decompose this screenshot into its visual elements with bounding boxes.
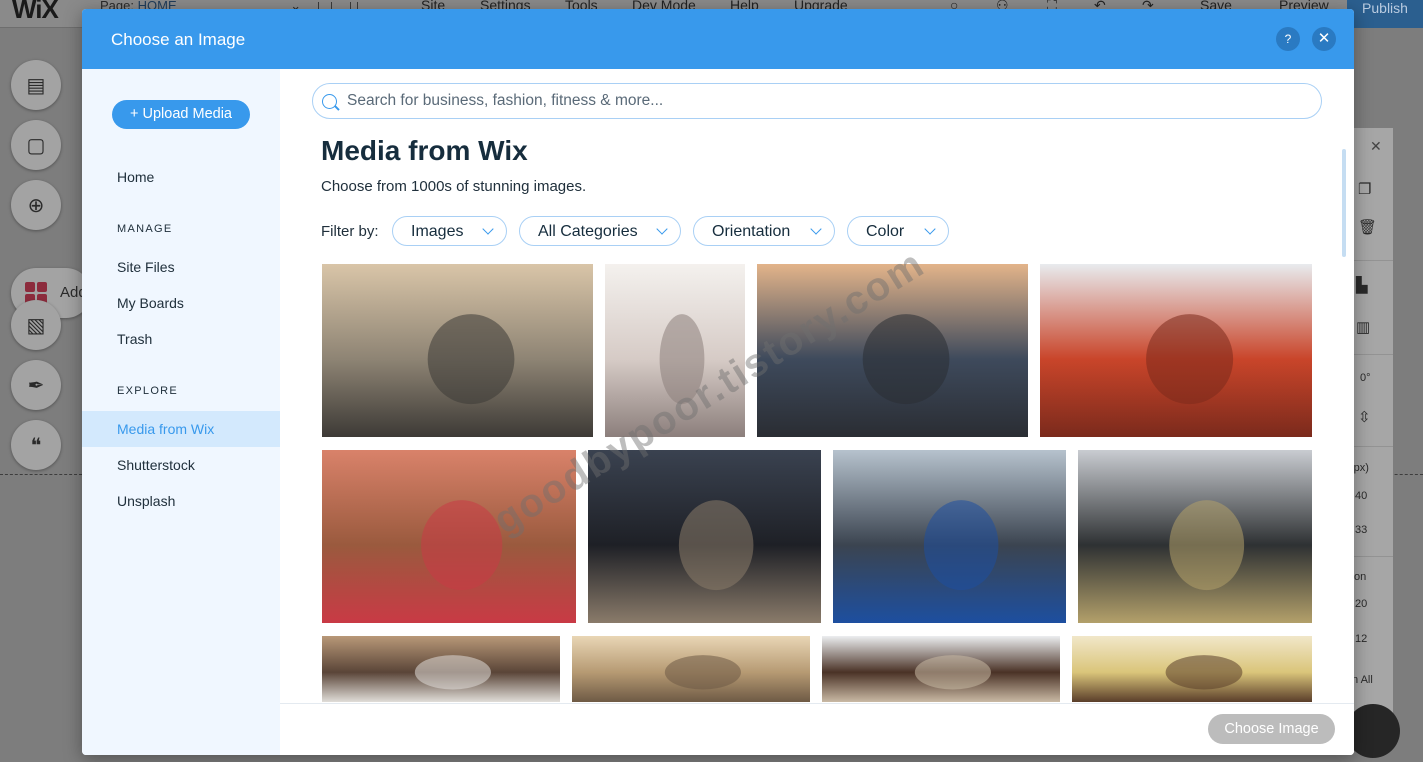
sidebar-item-my-boards[interactable]: My Boards — [117, 295, 184, 311]
dialog-header: Choose an Image ? ✕ — [82, 9, 1354, 69]
image-tile[interactable] — [605, 264, 745, 437]
close-icon[interactable]: ✕ — [1370, 138, 1382, 155]
panel-divider — [1348, 354, 1393, 355]
wedding-couple-window-photo — [588, 450, 821, 623]
image-tile[interactable] — [1078, 450, 1312, 623]
filter-orientation-label: Orientation — [712, 223, 791, 240]
image-tile[interactable] — [757, 264, 1028, 437]
close-icon[interactable]: ✕ — [1312, 27, 1336, 51]
sidebar-item-shutterstock[interactable]: Shutterstock — [117, 457, 195, 473]
choose-image-dialog: Choose an Image ? ✕ + Upload Media Home … — [82, 9, 1354, 755]
pages-icon[interactable]: ▤ — [11, 60, 61, 110]
editor-left-rail: ▤ ▢ ⊕ Add ▧ ✒ ❝ — [0, 28, 91, 762]
align-icon[interactable]: ▙ — [1356, 276, 1368, 294]
sidebar-item-trash[interactable]: Trash — [117, 331, 152, 347]
manage-heading: MANAGE — [117, 223, 173, 235]
copy-icon[interactable]: ❐ — [1358, 180, 1371, 198]
sidebar-item-unsplash[interactable]: Unsplash — [117, 493, 175, 509]
y-value: 12 — [1355, 633, 1368, 645]
distribute-icon[interactable]: ▥ — [1356, 318, 1370, 336]
image-tile[interactable] — [322, 636, 560, 702]
media-main: Media from Wix Choose from 1000s of stun… — [280, 69, 1354, 755]
bar-workout-man-photo — [833, 450, 1066, 623]
filter-color[interactable]: Color — [847, 216, 949, 246]
search-input[interactable] — [347, 90, 1307, 112]
chevron-down-icon — [656, 223, 668, 235]
help-chat-bubble[interactable] — [1346, 704, 1400, 758]
image-tile[interactable] — [833, 450, 1066, 623]
flip-icon[interactable]: ⇳ — [1358, 408, 1371, 426]
chat-icon[interactable]: ❝ — [11, 420, 61, 470]
people-watching-sea-photo — [757, 264, 1028, 437]
image-tile[interactable] — [822, 636, 1060, 702]
height-value: 33 — [1355, 524, 1368, 536]
rocky-shore-man-photo — [1078, 450, 1312, 623]
image-tile[interactable] — [572, 636, 810, 702]
chevron-down-icon — [810, 223, 822, 235]
image-tile[interactable] — [322, 450, 576, 623]
cafe-interior-photo — [322, 636, 560, 702]
blog-pen-icon[interactable]: ✒ — [11, 360, 61, 410]
filter-label: Filter by: — [321, 223, 379, 240]
filter-orientation[interactable]: Orientation — [693, 216, 835, 246]
hill-silhouette-photo — [572, 636, 810, 702]
image-tile[interactable] — [588, 450, 821, 623]
chevron-down-icon — [482, 223, 494, 235]
add-icon[interactable]: ⊕ — [11, 180, 61, 230]
upload-media-button[interactable]: + Upload Media — [112, 100, 250, 129]
filter-categories-label: All Categories — [538, 223, 638, 240]
panel-divider — [1348, 260, 1393, 261]
section-subtitle: Choose from 1000s of stunning images. — [321, 178, 587, 195]
couple-sunlight-photo — [605, 264, 745, 437]
section-title: Media from Wix — [321, 135, 528, 166]
x-value: 20 — [1355, 598, 1368, 610]
dialog-title: Choose an Image — [111, 30, 246, 49]
image-tile[interactable] — [1072, 636, 1312, 702]
dialog-footer: Choose Image — [280, 703, 1354, 755]
basketball-player-photo — [1040, 264, 1312, 437]
help-icon[interactable]: ? — [1276, 27, 1300, 51]
sidebar-item-site-files[interactable]: Site Files — [117, 259, 175, 275]
publish-button[interactable]: Publish — [1347, 0, 1423, 28]
image-tile[interactable] — [322, 264, 593, 437]
heart-hands-photo — [322, 450, 576, 623]
scrollbar[interactable] — [1342, 149, 1346, 257]
panel-divider — [1348, 446, 1393, 447]
width-value: 40 — [1355, 490, 1368, 502]
afro-woman-window-photo — [822, 636, 1060, 702]
image-tile[interactable] — [1040, 264, 1312, 437]
filter-images-label: Images — [411, 223, 464, 240]
explore-heading: EXPLORE — [117, 385, 179, 397]
sidebar-item-media-from-wix[interactable]: Media from Wix — [117, 421, 214, 437]
search-box[interactable] — [312, 83, 1322, 119]
chevron-down-icon — [924, 223, 936, 235]
gridline-left — [0, 474, 82, 475]
background-icon[interactable]: ▢ — [11, 120, 61, 170]
trash-icon[interactable]: 🗑 — [1358, 218, 1377, 236]
filter-images[interactable]: Images — [392, 216, 507, 246]
filter-color-label: Color — [866, 223, 905, 240]
filter-categories[interactable]: All Categories — [519, 216, 681, 246]
search-icon — [322, 94, 337, 109]
media-icon[interactable]: ▧ — [11, 300, 61, 350]
choose-image-button[interactable]: Choose Image — [1208, 714, 1335, 744]
sidebar-item-home[interactable]: Home — [117, 169, 154, 185]
kids-jumping-sea-photo — [322, 264, 593, 437]
position-label: on — [1354, 571, 1367, 583]
child-playing-photo — [1072, 636, 1312, 702]
wix-logo: WiX — [12, 0, 59, 24]
media-sidebar: + Upload Media Home MANAGE Site Files My… — [82, 69, 280, 755]
panel-divider — [1348, 556, 1393, 557]
rotation-value: 0° — [1360, 372, 1371, 384]
show-all-label: n All — [1352, 674, 1373, 686]
